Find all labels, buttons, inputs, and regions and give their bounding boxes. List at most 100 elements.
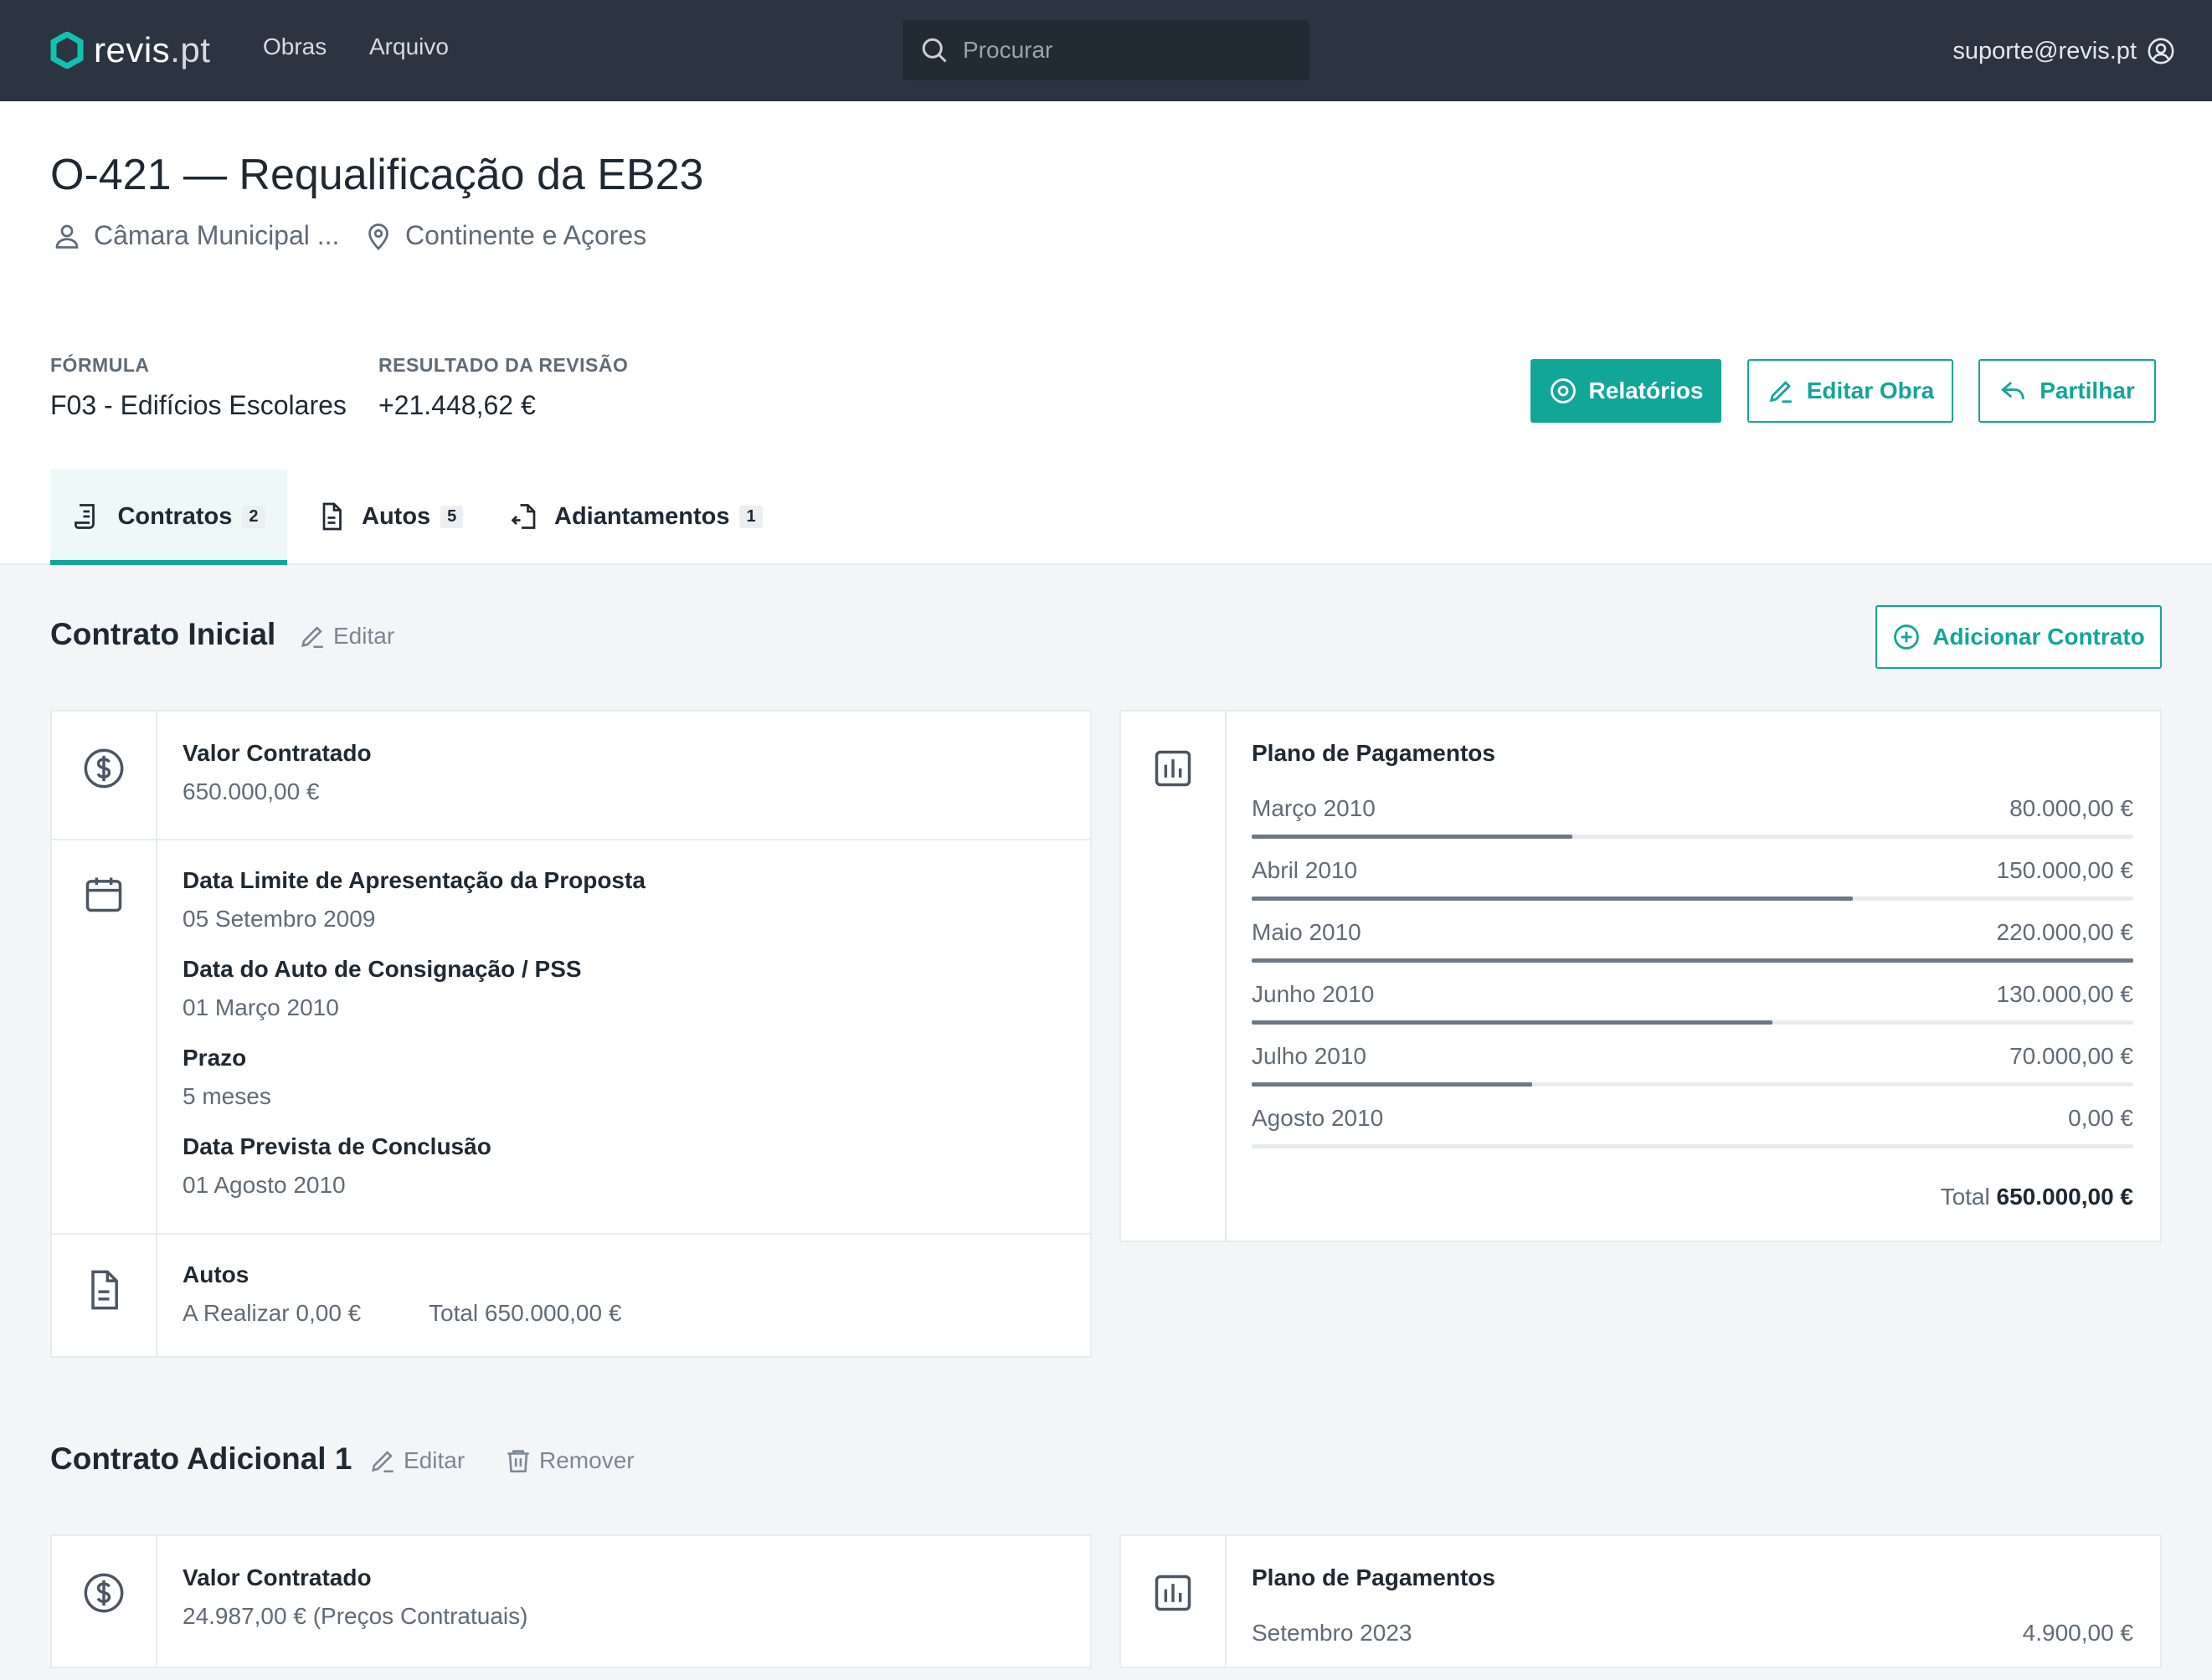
plan-progress-fill xyxy=(1252,1082,1532,1087)
user-menu[interactable]: suporte@revis.pt xyxy=(1952,37,2175,65)
edit-link-label: Editar xyxy=(404,1447,466,1473)
data-prevista-value: 01 Agosto 2010 xyxy=(183,1172,346,1198)
search-input[interactable] xyxy=(961,36,1283,64)
search-bar xyxy=(903,20,1309,80)
plan-month: Março 2010 xyxy=(1252,795,1376,821)
plan-progress-fill xyxy=(1252,1020,1773,1025)
pencil-icon xyxy=(371,1451,394,1473)
pencil-icon xyxy=(1769,381,1792,403)
share-button[interactable]: Partilhar xyxy=(1978,359,2156,423)
plan-amount: 150.000,00 € xyxy=(1996,857,2134,883)
dollar-circle-icon xyxy=(84,748,124,789)
tab-contratos-label: Contratos xyxy=(117,502,233,530)
plan-item: Setembro 2023 4.900,00 € xyxy=(1252,1620,2133,1680)
autos-label: Autos xyxy=(183,1261,249,1287)
valor-row: Valor Contratado 24.987,00 € (Preços Con… xyxy=(52,1536,1090,1670)
prazo-label: Prazo xyxy=(183,1045,247,1071)
plan-month: Agosto 2010 xyxy=(1252,1105,1384,1131)
tab-contratos[interactable]: Contratos 2 xyxy=(50,470,287,565)
plan-progress-fill xyxy=(1252,958,2133,963)
result-label: RESULTADO DA REVISÃO xyxy=(378,354,629,376)
plan-total-value: 650.000,00 € xyxy=(1996,1184,2134,1210)
autos-row: Autos A Realizar 0,00 € Total 650.000,00… xyxy=(52,1233,1090,1356)
plan-progress-track xyxy=(1252,1082,2133,1087)
data-auto-label: Data do Auto de Consignação / PSS xyxy=(183,956,582,982)
plan-amount: 0,00 € xyxy=(2068,1105,2133,1131)
add-contract-button-label: Adicionar Contrato xyxy=(1932,624,2145,650)
tab-contratos-count: 2 xyxy=(242,505,265,528)
plan-item: Agosto 2010 0,00 € xyxy=(1252,1105,2133,1165)
data-limite-label: Data Limite de Apresentação da Proposta xyxy=(183,867,646,893)
plan-amount: 220.000,00 € xyxy=(1996,919,2134,945)
obra-summary: FÓRMULA F03 - Edifícios Escolares RESULT… xyxy=(0,311,2212,471)
pencil-icon xyxy=(301,626,323,649)
prazo-value: 5 meses xyxy=(183,1083,271,1109)
plan-month: Julho 2010 xyxy=(1252,1043,1367,1069)
contrato-adicional-remove-link[interactable]: Remover xyxy=(504,1446,635,1475)
region-meta: Continente e Açores xyxy=(363,220,646,251)
reports-button-label: Relatórios xyxy=(1588,378,1704,403)
plan-title: Plano de Pagamentos xyxy=(1252,1564,1495,1590)
app-logo[interactable]: revis.pt xyxy=(50,27,210,74)
share-reply-icon xyxy=(2001,382,2024,400)
valor-contratado-value: 650.000,00 € xyxy=(183,778,320,804)
valor-contratado-label: Valor Contratado xyxy=(183,1564,372,1590)
user-email: suporte@revis.pt xyxy=(1952,37,2137,64)
plan-month: Maio 2010 xyxy=(1252,919,1361,945)
contrato-adicional-edit-link[interactable]: Editar xyxy=(368,1446,465,1475)
payment-plan-card-2: Plano de Pagamentos Setembro 2023 4.900,… xyxy=(1119,1534,2162,1668)
tab-adiantamentos-label: Adiantamentos xyxy=(554,502,730,530)
plan-month: Setembro 2023 xyxy=(1252,1620,1412,1646)
add-contract-button[interactable]: Adicionar Contrato xyxy=(1875,605,2162,669)
plan-month: Abril 2010 xyxy=(1252,857,1358,883)
plan-progress-fill xyxy=(1252,897,1854,901)
tab-autos[interactable]: Autos 5 xyxy=(316,470,464,563)
document-icon xyxy=(322,502,342,531)
client-name: Câmara Municipal ... xyxy=(94,220,340,250)
autos-total: Total 650.000,00 € xyxy=(429,1300,622,1326)
plan-amount: 4.900,00 € xyxy=(2022,1620,2133,1646)
document-exchange-icon xyxy=(511,504,536,529)
plan-title: Plano de Pagamentos xyxy=(1252,740,1495,766)
icon-column xyxy=(1121,712,1227,1241)
contrato-inicial-title: Contrato Inicial xyxy=(50,617,276,651)
autos-a-realizar: A Realizar 0,00 € xyxy=(183,1300,362,1326)
user-circle-icon xyxy=(2148,38,2174,64)
logo-text: revis.pt xyxy=(94,30,210,70)
nav-link-obras[interactable]: Obras xyxy=(263,33,327,60)
edit-obra-button[interactable]: Editar Obra xyxy=(1747,359,1953,423)
search-icon xyxy=(922,38,947,63)
user-icon xyxy=(55,224,79,249)
reports-button[interactable]: Relatórios xyxy=(1530,359,1721,423)
trash-icon xyxy=(507,1450,529,1473)
nav-link-arquivo[interactable]: Arquivo xyxy=(369,33,449,60)
client-meta: Câmara Municipal ... xyxy=(52,220,339,251)
plan-progress-track xyxy=(1252,897,2133,901)
plan-progress-track xyxy=(1252,958,2133,963)
plan-item: Abril 2010 150.000,00 € xyxy=(1252,857,2133,917)
valor-contratado-label: Valor Contratado xyxy=(183,740,372,766)
plan-item: Maio 2010 220.000,00 € xyxy=(1252,919,2133,979)
contract-details-card: Valor Contratado 650.000,00 € Data Limit… xyxy=(50,710,1092,1358)
formula-label: FÓRMULA xyxy=(50,354,150,376)
plan-item: Março 2010 80.000,00 € xyxy=(1252,795,2133,855)
dates-row: Data Limite de Apresentação da Proposta … xyxy=(52,839,1090,1235)
valor-row: Valor Contratado 650.000,00 € xyxy=(52,712,1090,840)
tabs-bar: Contratos 2 Autos 5 Adiantamentos 1 xyxy=(0,470,2212,565)
contrato-inicial-edit-link[interactable]: Editar xyxy=(298,622,394,650)
plus-circle-icon xyxy=(1894,624,1920,650)
tab-adiantamentos-count: 1 xyxy=(739,505,763,528)
data-limite-value: 05 Setembro 2009 xyxy=(183,906,376,932)
plan-item: Julho 2010 70.000,00 € xyxy=(1252,1043,2133,1103)
plan-amount: 80.000,00 € xyxy=(2009,795,2133,821)
obra-header: O-421 — Requalificação da EB23 Câmara Mu… xyxy=(0,101,2212,312)
document-icon xyxy=(91,1270,118,1310)
eye-icon xyxy=(1550,378,1576,403)
region-name: Continente e Açores xyxy=(405,220,647,250)
top-navbar: revis.pt Obras Arquivo suporte@revis.pt xyxy=(0,0,2212,101)
plan-progress-track xyxy=(1252,1144,2133,1148)
plan-month: Junho 2010 xyxy=(1252,981,1375,1007)
logo-suffix: .pt xyxy=(170,30,211,69)
edit-link-label: Editar xyxy=(333,623,395,649)
tab-adiantamentos[interactable]: Adiantamentos 1 xyxy=(509,470,763,563)
